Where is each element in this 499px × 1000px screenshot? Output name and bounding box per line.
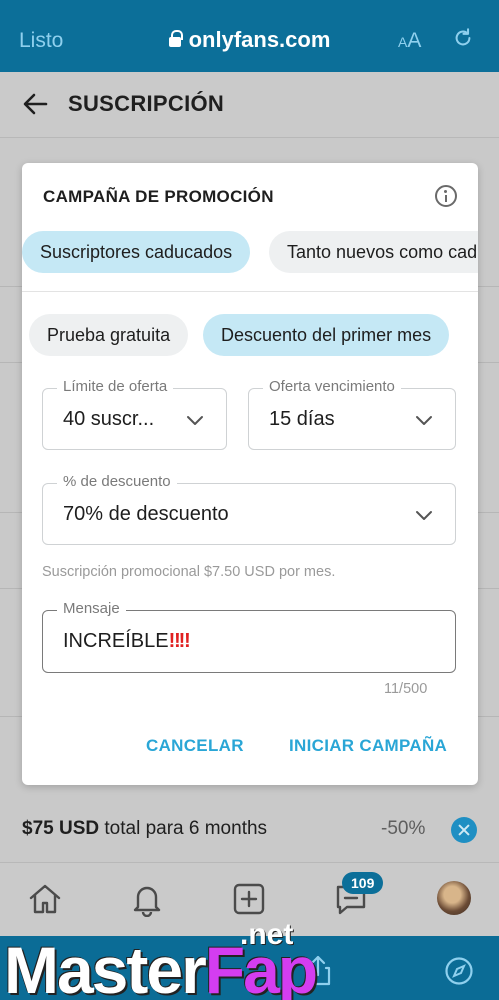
bundle-discount: -50% xyxy=(381,818,426,839)
message-char-counter: 11/500 xyxy=(384,681,428,697)
text-size-button[interactable]: AA xyxy=(398,29,421,53)
offer-limit-label: Límite de oferta xyxy=(57,378,174,395)
info-icon[interactable] xyxy=(435,185,457,207)
offer-expiry-label: Oferta vencimiento xyxy=(263,378,401,395)
tab-expired-subscribers[interactable]: Suscriptores caducados xyxy=(22,231,251,273)
offer-expiry-select[interactable]: Oferta vencimiento 15 días xyxy=(248,378,456,450)
reload-icon[interactable] xyxy=(452,27,474,49)
tab-new-and-expired[interactable]: Tanto nuevos como caducados xyxy=(269,231,478,273)
offer-limit-value: 40 suscr... xyxy=(63,408,155,430)
lock-icon xyxy=(168,30,183,47)
page-title: SUSCRIPCIÓN xyxy=(68,91,225,116)
bundle-row[interactable]: $75 USD total para 6 months -50% xyxy=(0,798,499,860)
avatar[interactable] xyxy=(437,881,471,915)
add-post-icon[interactable] xyxy=(231,881,267,917)
offer-limit-select[interactable]: Límite de oferta 40 suscr... xyxy=(42,378,227,450)
discount-percent-value: 70% de descuento xyxy=(63,503,229,525)
chevron-down-icon xyxy=(416,511,432,520)
compass-icon[interactable] xyxy=(444,956,474,986)
home-icon[interactable] xyxy=(27,881,63,917)
double-exclamation-icon: ‼‼ xyxy=(168,630,191,652)
page-header: SUSCRIPCIÓN xyxy=(0,72,499,138)
divider xyxy=(22,291,478,292)
browser-bar: Listo onlyfans.com AA xyxy=(0,0,499,72)
remove-bundle-icon[interactable] xyxy=(451,817,477,843)
start-campaign-button[interactable]: INICIAR CAMPAÑA xyxy=(289,736,447,756)
chevron-down-icon xyxy=(416,416,432,425)
tab-free-trial[interactable]: Prueba gratuita xyxy=(29,314,189,356)
tab-first-month-discount[interactable]: Descuento del primer mes xyxy=(203,314,450,356)
promo-price-helper: Suscripción promocional $7.50 USD por me… xyxy=(42,564,336,580)
promotion-campaign-dialog: CAMPAÑA DE PROMOCIÓN Suscriptores caduca… xyxy=(22,163,478,785)
offer-expiry-value: 15 días xyxy=(269,408,335,430)
back-arrow-icon[interactable] xyxy=(22,92,48,116)
messages-badge: 109 xyxy=(342,872,384,894)
chevron-down-icon xyxy=(187,416,203,425)
message-input[interactable]: Mensaje INCREÍBLE‼‼ xyxy=(42,600,456,673)
url-text: onlyfans.com xyxy=(188,27,331,52)
url-bar[interactable]: onlyfans.com xyxy=(0,27,499,53)
cancel-button[interactable]: CANCELAR xyxy=(146,736,244,756)
dialog-title: CAMPAÑA DE PROMOCIÓN xyxy=(43,187,274,206)
message-label: Mensaje xyxy=(57,600,126,617)
message-value: INCREÍBLE‼‼ xyxy=(63,630,191,652)
bell-icon[interactable] xyxy=(129,881,165,917)
watermark-net: .net xyxy=(240,918,294,951)
discount-percent-label: % de descuento xyxy=(57,473,177,490)
discount-percent-select[interactable]: % de descuento 70% de descuento xyxy=(42,473,456,545)
bundle-price: $75 USD total para 6 months xyxy=(22,818,268,839)
